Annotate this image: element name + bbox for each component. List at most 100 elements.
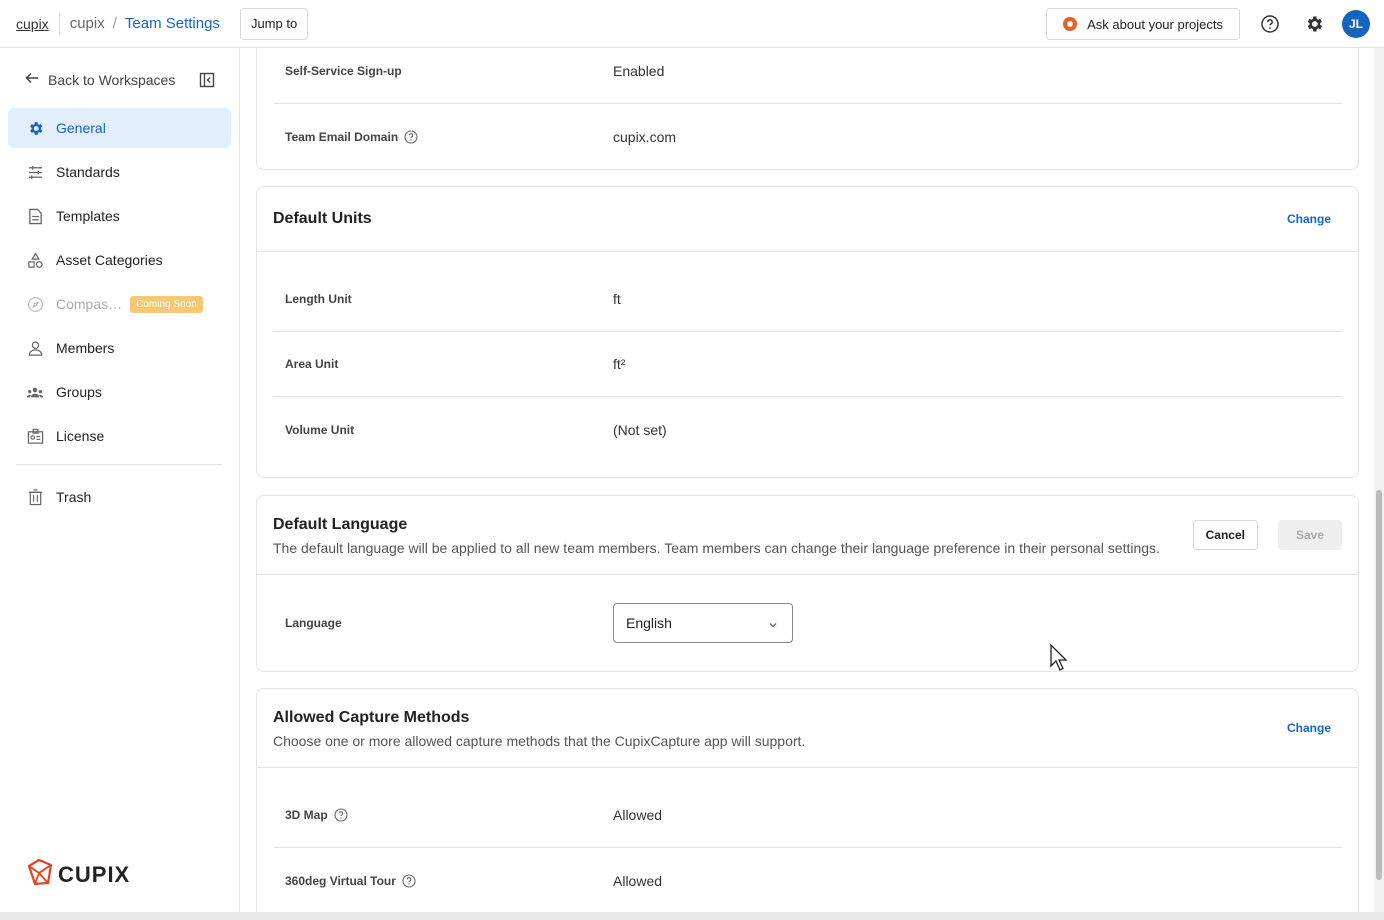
ask-ai-button[interactable]: Ask about your projects (1046, 8, 1240, 40)
card-title: Allowed Capture Methods (273, 709, 470, 726)
row-label: Self-Service Sign-up (285, 64, 402, 78)
gear-icon (26, 119, 44, 137)
license-icon (26, 427, 44, 445)
row-label: Team Email Domain (285, 130, 418, 144)
help-icon[interactable] (402, 873, 416, 888)
horizontal-scrollbar[interactable] (0, 912, 1384, 920)
row-value: Allowed (613, 807, 663, 823)
row-label-text: 360deg Virtual Tour (285, 873, 396, 888)
card-header: Default Units Change (257, 187, 1358, 252)
sidebar-item-groups[interactable]: Groups (8, 372, 231, 412)
cancel-button[interactable]: Cancel (1192, 520, 1258, 550)
card-description: The default language will be applied to … (273, 540, 1160, 556)
card-title: Default Language (273, 516, 408, 533)
ask-ai-label: Ask about your projects (1087, 16, 1223, 32)
save-button[interactable]: Save (1278, 520, 1342, 550)
sidebar-item-members[interactable]: Members (8, 328, 231, 368)
sidebar-item-compass: Compas… Coming Soon (8, 284, 231, 324)
sidebar-item-label: Trash (56, 489, 92, 505)
sidebar-item-label: Asset Categories (56, 252, 163, 268)
row-value: ft (613, 291, 621, 307)
help-icon[interactable] (404, 129, 418, 144)
row-label-text: Team Email Domain (285, 129, 399, 144)
settings-row: 3D Map Allowed (273, 783, 1342, 848)
sidebar-item-label: Groups (56, 384, 102, 400)
capture-methods-card: Allowed Capture Methods Choose one or mo… (256, 688, 1359, 912)
card-description: Choose one or more allowed capture metho… (273, 733, 806, 749)
row-label: Area Unit (285, 357, 339, 371)
card-title: Default Units (273, 210, 372, 227)
language-select[interactable]: English (613, 603, 793, 643)
jump-to-button[interactable]: Jump to (239, 7, 309, 40)
settings-row: Language English (273, 575, 1342, 671)
coming-soon-badge: Coming Soon (130, 295, 203, 313)
compass-icon (26, 295, 44, 313)
default-units-card: Default Units Change Length Unit ft Area… (256, 186, 1359, 478)
settings-row: Volume Unit (Not set) (273, 397, 1342, 462)
gear-icon[interactable] (1298, 8, 1330, 40)
cupix-logo-icon (26, 858, 54, 891)
chevron-down-icon (768, 617, 778, 633)
user-avatar[interactable]: JL (1342, 10, 1370, 38)
sidebar-item-license[interactable]: License (8, 416, 231, 456)
breadcrumb-current[interactable]: Team Settings (125, 15, 220, 32)
divider (58, 12, 60, 35)
back-to-workspaces-link[interactable]: Back to Workspaces (24, 70, 175, 89)
row-value: Enabled (613, 63, 665, 79)
default-language-card: Default Language The default language wi… (256, 495, 1359, 672)
row-value: (Not set) (613, 421, 667, 438)
trash-icon (26, 488, 44, 506)
person-icon (26, 339, 44, 357)
vertical-scrollbar[interactable] (1374, 48, 1384, 912)
row-label: Language (285, 616, 342, 630)
signup-settings-card: Self-Service Sign-up Enabled Team Email … (256, 48, 1359, 170)
mouse-cursor-icon (1050, 643, 1070, 677)
sidebar-item-trash[interactable]: Trash (8, 477, 231, 517)
settings-row: Area Unit ft² (273, 332, 1342, 397)
settings-row: Self-Service Sign-up Enabled (273, 48, 1342, 104)
change-units-link[interactable]: Change (1287, 212, 1331, 226)
main-content: Self-Service Sign-up Enabled Team Email … (240, 48, 1374, 912)
top-right-actions: Ask about your projects JL (1046, 8, 1370, 40)
row-label: 360deg Virtual Tour (285, 874, 416, 888)
sliders-icon (26, 163, 44, 181)
collapse-sidebar-icon[interactable] (199, 72, 215, 93)
brand-logo: CUPIX (26, 858, 130, 891)
nav-divider (16, 464, 223, 465)
scrollbar-thumb[interactable] (1376, 490, 1382, 880)
row-value: ft² (613, 356, 626, 372)
change-capture-link[interactable]: Change (1287, 721, 1331, 735)
shapes-icon (26, 251, 44, 269)
breadcrumb-root[interactable]: cupix (70, 15, 105, 32)
breadcrumb-separator: / (112, 15, 117, 32)
card-header: Default Language The default language wi… (257, 496, 1358, 575)
settings-row: 360deg Virtual Tour Allowed (273, 848, 1342, 912)
help-icon[interactable] (1254, 8, 1286, 40)
sidebar-item-general[interactable]: General (8, 108, 231, 148)
logo-link[interactable]: cupix (16, 16, 49, 32)
language-selected-value: English (626, 615, 672, 631)
settings-row: Length Unit ft (273, 267, 1342, 332)
settings-row: Team Email Domain cupix.com (273, 104, 1342, 169)
row-label-text: 3D Map (285, 808, 328, 822)
group-icon (26, 383, 44, 401)
ai-assistant-icon (1063, 17, 1078, 31)
row-label: Volume Unit (285, 422, 355, 437)
sidebar-item-asset-categories[interactable]: Asset Categories (8, 240, 231, 280)
sidebar-item-label: Standards (56, 164, 120, 180)
sidebar-item-label: Templates (56, 208, 120, 224)
settings-nav: General Standards Templates Asset Catego… (8, 108, 231, 521)
help-icon[interactable] (334, 808, 348, 822)
sidebar-item-label: General (56, 120, 106, 136)
row-label: Length Unit (285, 292, 352, 306)
back-label: Back to Workspaces (48, 71, 176, 88)
sidebar-item-templates[interactable]: Templates (8, 196, 231, 236)
document-icon (26, 207, 44, 225)
sidebar-item-label: License (56, 428, 105, 444)
sidebar-item-standards[interactable]: Standards (8, 152, 231, 192)
row-value: cupix.com (613, 128, 677, 145)
card-header: Allowed Capture Methods Choose one or mo… (257, 689, 1358, 768)
row-label: 3D Map (285, 808, 348, 822)
arrow-left-icon (24, 70, 40, 89)
sidebar-item-label: Members (56, 340, 115, 356)
